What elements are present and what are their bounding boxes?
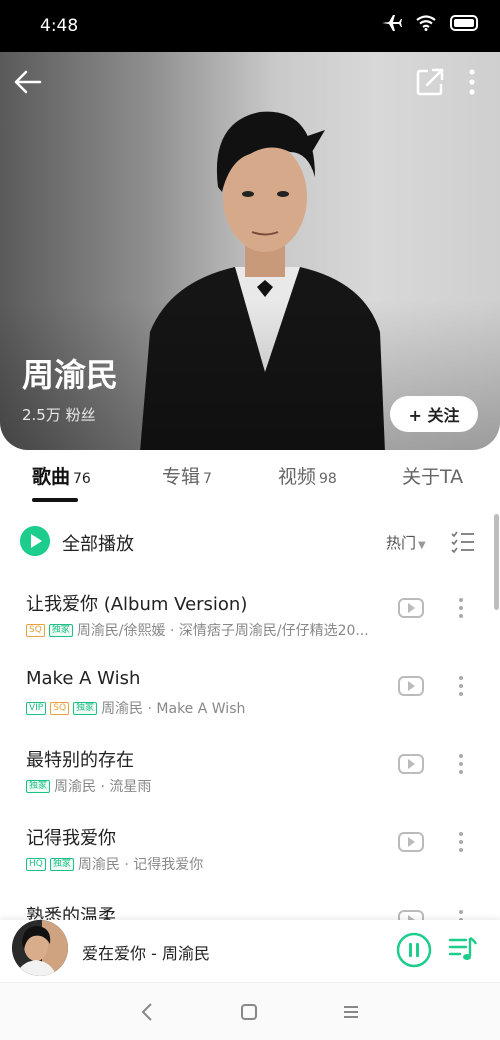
tag-exclusive: 独家 — [26, 779, 51, 793]
artist-header: 周渝民 2.5万 粉丝 + 关注 — [0, 52, 500, 450]
play-all-button[interactable]: 全部播放 — [62, 530, 134, 556]
now-playing-cover[interactable] — [12, 920, 68, 976]
mv-play-icon[interactable] — [398, 832, 424, 852]
mini-player[interactable]: 爱在爱你 - 周渝民 — [0, 920, 500, 982]
tab-label: 关于TA — [402, 466, 464, 488]
tab-label: 视频 — [278, 466, 317, 488]
airplane-icon — [382, 15, 402, 31]
mv-play-icon[interactable] — [398, 598, 424, 618]
more-vertical-icon[interactable] — [454, 596, 468, 620]
mv-play-icon[interactable] — [398, 754, 424, 774]
fans-count: 2.5万 粉丝 — [22, 406, 96, 424]
tab-indicator — [32, 498, 78, 502]
song-artist-album: 周渝民 · 流星雨 — [54, 779, 152, 795]
tab-about[interactable]: 关于TA — [402, 462, 463, 489]
status-icons — [382, 14, 480, 32]
status-bar: 4:48 — [0, 0, 500, 52]
tab-label: 专辑 — [162, 466, 201, 488]
pause-icon[interactable] — [396, 932, 432, 968]
multi-select-icon[interactable] — [450, 530, 476, 554]
sort-dropdown[interactable]: 热门 ▼ — [386, 532, 426, 553]
playlist-icon[interactable] — [448, 934, 478, 964]
tab-songs[interactable]: 歌曲 76 — [32, 462, 91, 489]
play-all-row: 全部播放 热门 ▼ — [0, 522, 500, 562]
tab-bar: 歌曲 76 专辑 7 视频 98 关于TA — [0, 454, 500, 508]
tag-hq: HQ — [26, 857, 46, 871]
scrollbar[interactable] — [494, 514, 499, 610]
song-meta: SQ 独家 周渝民/徐熙媛 · 深情痞子周渝民/仔仔精选20... — [26, 620, 398, 640]
more-vertical-icon[interactable] — [462, 66, 482, 98]
song-meta: 独家 周渝民 · 流星雨 — [26, 776, 398, 796]
song-artist-album: 周渝民 · 记得我爱你 — [77, 857, 204, 873]
tab-videos[interactable]: 视频 98 — [278, 462, 337, 489]
song-meta: VIP SQ 独家 周渝民 · Make A Wish — [26, 698, 398, 718]
tab-count: 7 — [203, 471, 212, 487]
song-title: 让我爱你 (Album Version) — [26, 594, 248, 615]
tag-exclusive: 独家 — [49, 857, 74, 871]
tab-count: 76 — [73, 471, 91, 487]
tag-vip: VIP — [26, 701, 47, 715]
song-artist-album: 周渝民 · Make A Wish — [101, 701, 246, 717]
song-artist-album: 周渝民/徐熙媛 · 深情痞子周渝民/仔仔精选20... — [76, 623, 369, 639]
song-row[interactable]: 让我爱你 (Album Version) SQ 独家 周渝民/徐熙媛 · 深情痞… — [0, 590, 500, 668]
more-vertical-icon[interactable] — [454, 830, 468, 854]
play-circle-icon[interactable] — [20, 526, 50, 556]
wifi-icon — [416, 15, 436, 31]
tag-exclusive: 独家 — [73, 701, 98, 715]
nav-home-icon[interactable] — [238, 1001, 260, 1023]
tab-count: 98 — [319, 471, 337, 487]
song-meta: HQ 独家 周渝民 · 记得我爱你 — [26, 854, 398, 874]
sort-label: 热门 — [386, 534, 417, 552]
artist-name: 周渝民 — [22, 356, 119, 394]
caret-down-icon: ▼ — [418, 540, 426, 551]
nav-back-icon[interactable] — [136, 1001, 158, 1023]
system-nav-bar — [0, 982, 500, 1040]
share-icon[interactable] — [414, 66, 446, 98]
song-row[interactable]: 最特别的存在 独家 周渝民 · 流星雨 — [0, 746, 500, 824]
song-title: Make A Wish — [26, 668, 141, 689]
nav-menu-icon[interactable] — [340, 1001, 362, 1023]
more-vertical-icon[interactable] — [454, 752, 468, 776]
tab-label: 歌曲 — [32, 466, 71, 488]
more-vertical-icon[interactable] — [454, 674, 468, 698]
song-row[interactable]: Make A Wish VIP SQ 独家 周渝民 · Make A Wish — [0, 668, 500, 746]
now-playing-title: 爱在爱你 - 周渝民 — [82, 944, 210, 963]
song-row[interactable]: 记得我爱你 HQ 独家 周渝民 · 记得我爱你 — [0, 824, 500, 902]
back-arrow-icon[interactable] — [12, 66, 44, 98]
mv-play-icon[interactable] — [398, 676, 424, 696]
song-title: 最特别的存在 — [26, 750, 134, 771]
status-time: 4:48 — [40, 16, 79, 36]
tag-exclusive: 独家 — [48, 623, 73, 637]
follow-button[interactable]: + 关注 — [390, 396, 478, 432]
tab-albums[interactable]: 专辑 7 — [162, 462, 212, 489]
tag-sq: SQ — [50, 701, 70, 715]
battery-icon — [450, 15, 478, 31]
song-title: 记得我爱你 — [26, 828, 116, 849]
tag-sq: SQ — [26, 623, 45, 637]
